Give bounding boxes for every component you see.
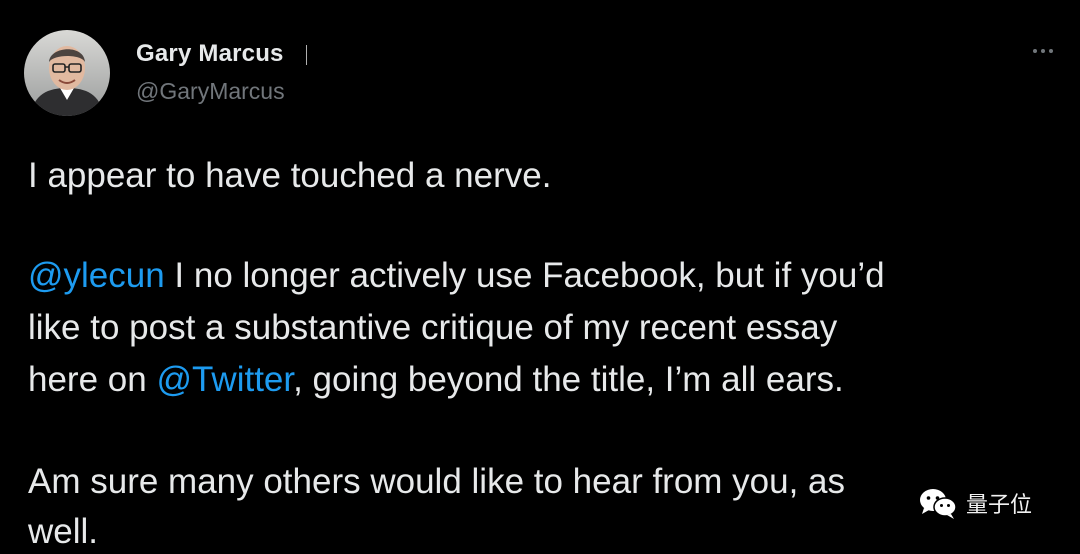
author-handle[interactable]: @GaryMarcus — [136, 78, 285, 105]
tweet-text-line: @ylecun I no longer actively use Faceboo… — [28, 256, 885, 296]
tweet-text-line: like to post a substantive critique of m… — [28, 308, 838, 347]
tweet-text-line: here on @Twitter, going beyond the title… — [28, 360, 844, 400]
text-cursor — [306, 45, 307, 65]
tweet-text-segment: I no longer actively use Facebook, but i… — [164, 256, 885, 295]
author-name[interactable]: Gary Marcus — [136, 40, 284, 68]
avatar-image — [24, 30, 110, 116]
tweet-text-line: well. — [28, 512, 99, 551]
more-options-button[interactable] — [1026, 40, 1060, 62]
tweet-text-line: I appear to have touched a nerve. — [28, 156, 552, 195]
more-horizontal-icon-dot — [1033, 49, 1037, 53]
avatar[interactable] — [24, 30, 110, 116]
watermark-text: 量子位 — [966, 493, 1033, 518]
wechat-icon — [920, 489, 957, 519]
tweet-text-segment: , going beyond the title, I’m all ears. — [293, 360, 844, 399]
tweet-text-segment: here on — [28, 360, 157, 399]
watermark: 量子位 — [918, 486, 1032, 520]
mention-link-ylecun[interactable]: @ylecun — [28, 256, 165, 295]
tweet-text-line: Am sure many others would like to hear f… — [28, 462, 846, 501]
more-horizontal-icon-dot — [1049, 49, 1053, 53]
tweet-card: Gary Marcus @GaryMarcus I appear to have… — [0, 0, 1080, 554]
more-horizontal-icon-dot — [1041, 49, 1045, 53]
mention-link-twitter[interactable]: @Twitter — [156, 360, 293, 399]
